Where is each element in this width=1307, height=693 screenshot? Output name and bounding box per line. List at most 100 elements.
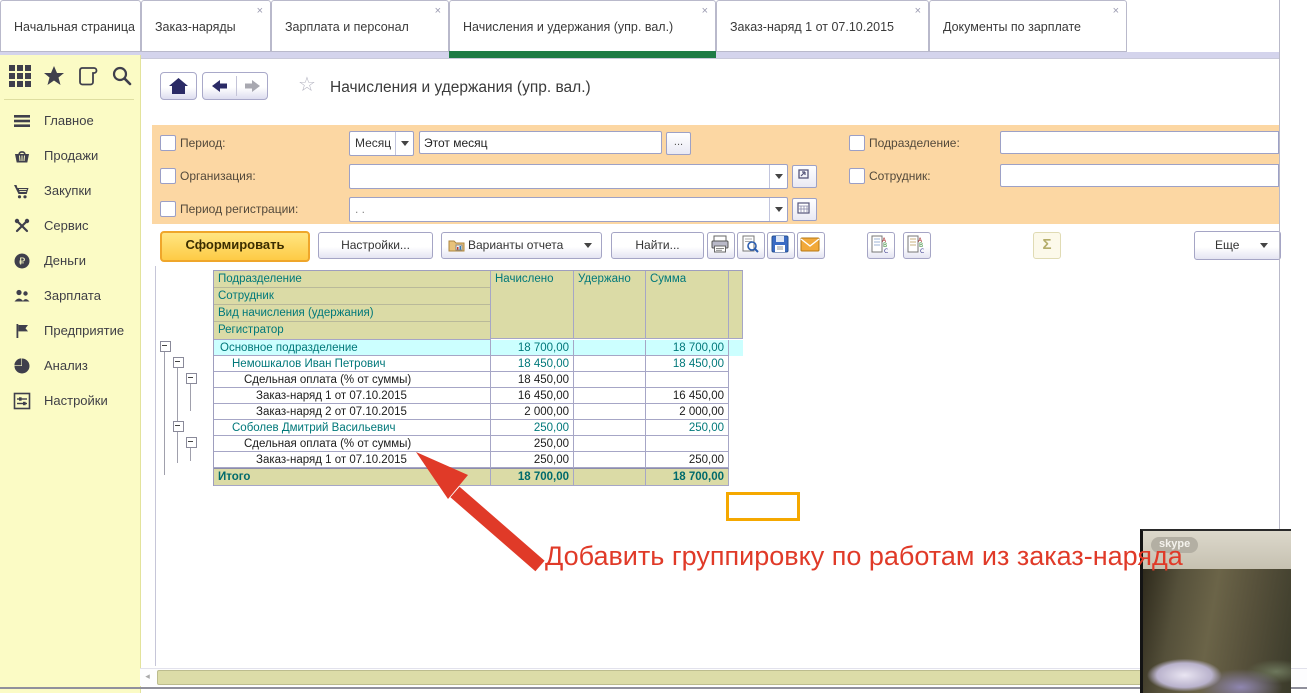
department-checkbox[interactable] [849, 135, 865, 151]
registration-period-calendar-button[interactable] [792, 198, 817, 221]
report-row-0[interactable]: Основное подразделение18 700,0018 700,00 [214, 340, 743, 356]
tab-4[interactable]: Заказ-наряд 1 от 07.10.2015× [716, 0, 929, 52]
report-row-value[interactable] [574, 356, 646, 372]
favorite-star-icon[interactable]: ☆ [298, 75, 316, 95]
report-column-header[interactable]: Начислено [491, 271, 574, 339]
sidebar-item-4[interactable]: ₽Деньги [0, 250, 140, 280]
report-row-value[interactable]: 18 450,00 [491, 356, 574, 372]
report-row-value[interactable]: 250,00 [491, 420, 574, 436]
print-button[interactable] [707, 232, 735, 259]
report-row-label[interactable]: Сдельная оплата (% от суммы) [214, 372, 491, 388]
report-row-value[interactable]: 250,00 [491, 436, 574, 452]
tree-collapse-icon[interactable] [186, 437, 197, 448]
tab-3[interactable]: Начисления и удержания (упр. вал.)× [449, 0, 716, 52]
report-row-value[interactable] [574, 340, 646, 356]
registration-period-checkbox[interactable] [160, 201, 176, 217]
period-more-button[interactable]: ... [666, 132, 691, 155]
report-row-7[interactable]: Заказ-наряд 1 от 07.10.2015250,00250,00 [214, 452, 743, 468]
favorites-star-icon[interactable] [42, 64, 68, 90]
sidebar-item-8[interactable]: Настройки [0, 390, 140, 420]
report-row-label[interactable]: Заказ-наряд 2 от 07.10.2015 [214, 404, 491, 420]
report-row-value[interactable]: 16 450,00 [646, 388, 729, 404]
report-row-value[interactable] [646, 372, 729, 388]
registration-period-dropdown[interactable] [769, 198, 787, 221]
sidebar-item-1[interactable]: Продажи [0, 145, 140, 175]
report-column-header[interactable]: Удержано [574, 271, 646, 339]
tab-close-icon[interactable]: × [257, 6, 263, 17]
tab-2[interactable]: Зарплата и персонал× [271, 0, 449, 52]
tab-0[interactable]: Начальная страница [0, 0, 141, 52]
report-row-value[interactable] [574, 404, 646, 420]
report-row-value[interactable]: 18 700,00 [491, 340, 574, 356]
report-row-value[interactable]: 18 450,00 [646, 356, 729, 372]
tab-close-icon[interactable]: × [435, 6, 441, 17]
tab-close-icon[interactable]: × [702, 6, 708, 17]
report-row-value[interactable]: 18 700,00 [646, 340, 729, 356]
more-button[interactable]: Еще [1194, 231, 1281, 260]
report-row-value[interactable] [574, 420, 646, 436]
report-row-5[interactable]: Соболев Дмитрий Васильевич250,00250,00 [214, 420, 743, 436]
report-row-value[interactable] [574, 388, 646, 404]
report-grouping-label[interactable]: Регистратор [214, 322, 490, 339]
settings-button[interactable]: Настройки... [318, 232, 433, 259]
tree-collapse-icon[interactable] [173, 421, 184, 432]
report-total-row[interactable]: Итого18 700,0018 700,00 [214, 468, 743, 486]
scrollbar-left-arrow[interactable]: ◂ [141, 670, 154, 683]
find-button[interactable]: Найти... [611, 232, 704, 259]
back-button[interactable] [203, 73, 236, 99]
tab-5[interactable]: Документы по зарплате× [929, 0, 1127, 52]
report-row-3[interactable]: Заказ-наряд 1 от 07.10.201516 450,0016 4… [214, 388, 743, 404]
tree-collapse-icon[interactable] [173, 357, 184, 368]
organization-input[interactable] [349, 164, 788, 189]
report-row-value[interactable] [646, 436, 729, 452]
employee-input[interactable] [1000, 164, 1279, 187]
report-row-value[interactable]: 2 000,00 [646, 404, 729, 420]
tree-collapse-icon[interactable] [160, 341, 171, 352]
tree-collapse-icon[interactable] [186, 373, 197, 384]
search-icon[interactable] [110, 64, 136, 90]
organization-checkbox[interactable] [160, 168, 176, 184]
report-grouping-label[interactable]: Подразделение [214, 271, 490, 288]
organization-open-button[interactable] [792, 165, 817, 188]
period-value-input[interactable] [419, 131, 662, 154]
tab-close-icon[interactable]: × [1113, 6, 1119, 17]
sidebar-item-3[interactable]: Сервис [0, 215, 140, 245]
report-row-value[interactable] [574, 372, 646, 388]
report-row-value[interactable] [574, 452, 646, 468]
organization-dropdown[interactable] [769, 165, 787, 188]
save-button[interactable] [767, 232, 795, 259]
history-scroll-icon[interactable] [76, 64, 102, 90]
period-checkbox[interactable] [160, 135, 176, 151]
employee-checkbox[interactable] [849, 168, 865, 184]
tab-close-icon[interactable]: × [915, 6, 921, 17]
period-type-select[interactable]: Месяц [349, 131, 414, 156]
report-column-header[interactable]: Сумма [646, 271, 729, 339]
report-row-6[interactable]: Сдельная оплата (% от суммы)250,00 [214, 436, 743, 452]
group-abc-button[interactable]: ABC [867, 232, 895, 259]
report-row-value[interactable]: 16 450,00 [491, 388, 574, 404]
tab-1[interactable]: Заказ-наряды× [141, 0, 271, 52]
print-preview-button[interactable] [737, 232, 765, 259]
report-row-value[interactable]: 250,00 [491, 452, 574, 468]
horizontal-scrollbar-thumb[interactable] [157, 670, 1281, 685]
report-variants-button[interactable]: Варианты отчета [441, 232, 602, 259]
group-abc2-button[interactable]: ABC [903, 232, 931, 259]
report-row-value[interactable]: 250,00 [646, 452, 729, 468]
period-type-dropdown[interactable] [395, 132, 413, 155]
sidebar-item-5[interactable]: Зарплата [0, 285, 140, 315]
report-row-value[interactable]: 250,00 [646, 420, 729, 436]
forward-button[interactable] [236, 73, 269, 99]
email-button[interactable] [797, 232, 825, 259]
report-row-value[interactable] [574, 436, 646, 452]
report-row-value[interactable]: 2 000,00 [491, 404, 574, 420]
report-grouping-label[interactable]: Вид начисления (удержания) [214, 305, 490, 322]
report-row-value[interactable]: 18 450,00 [491, 372, 574, 388]
report-row-label[interactable]: Сдельная оплата (% от суммы) [214, 436, 491, 452]
home-button[interactable] [160, 72, 197, 100]
report-row-label[interactable]: Заказ-наряд 1 от 07.10.2015 [214, 388, 491, 404]
report-row-label[interactable]: Заказ-наряд 1 от 07.10.2015 [214, 452, 491, 468]
generate-button[interactable]: Сформировать [160, 231, 310, 262]
report-grouping-label[interactable]: Сотрудник [214, 288, 490, 305]
sidebar-item-2[interactable]: Закупки [0, 180, 140, 210]
report-row-1[interactable]: Немошкалов Иван Петрович18 450,0018 450,… [214, 356, 743, 372]
